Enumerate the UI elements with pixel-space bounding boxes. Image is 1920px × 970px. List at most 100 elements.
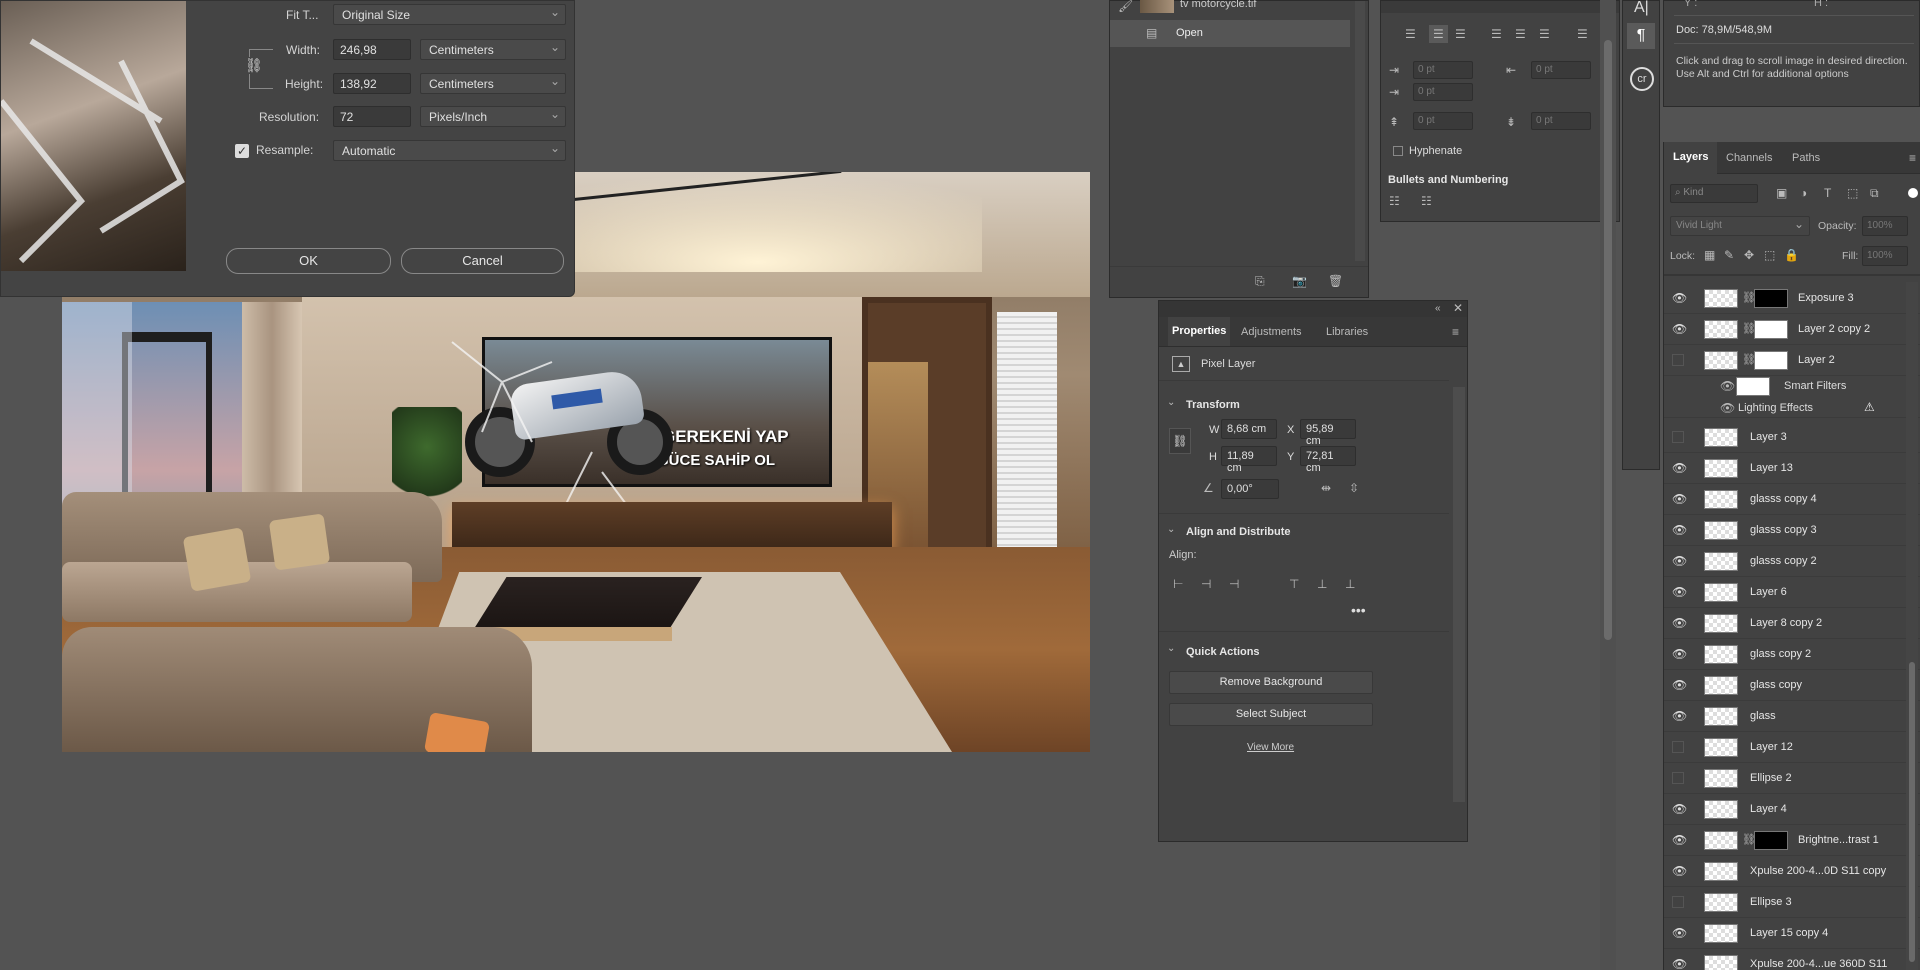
justify-center-icon[interactable]: ☰ (1515, 27, 1526, 41)
lock-image-icon[interactable]: ✎ (1724, 248, 1734, 262)
opacity-input[interactable]: 100% (1862, 216, 1908, 236)
hyphenate-checkbox[interactable] (1393, 146, 1403, 156)
layer-row[interactable]: 👁 ⛓ Exposure 3 (1664, 283, 1920, 314)
remove-background-button[interactable]: Remove Background (1169, 671, 1373, 694)
ok-button[interactable]: OK (226, 248, 391, 274)
filter-type-icon[interactable]: T (1824, 186, 1831, 200)
resolution-unit-select[interactable]: Pixels/Inch (420, 106, 566, 127)
new-document-from-state-icon[interactable]: ⎘ (1255, 274, 1265, 288)
layer-row[interactable]: 👁 Layer 15 copy 4 (1664, 918, 1920, 949)
visibility-off-box[interactable] (1672, 741, 1684, 753)
space-before-input[interactable]: 0 pt (1413, 112, 1473, 130)
eye-icon[interactable]: 👁 (1672, 803, 1687, 815)
smart-filter-mask[interactable] (1736, 377, 1770, 396)
align-left-edges-icon[interactable]: ⊢ (1173, 577, 1183, 591)
align-left-icon[interactable]: ☰ (1405, 27, 1416, 41)
layer-mask-thumbnail[interactable] (1754, 289, 1788, 308)
layer-row[interactable]: Layer 12 (1664, 732, 1920, 763)
h-input[interactable]: 11,89 cm (1221, 446, 1277, 474)
eye-icon[interactable]: 👁 (1672, 710, 1687, 722)
eye-icon[interactable]: 👁 (1672, 462, 1687, 474)
align-bottom-edges-icon[interactable]: ⊥ (1345, 577, 1355, 591)
view-more-link[interactable]: View More (1247, 742, 1294, 753)
chevron-down-icon[interactable]: ⌄ (1167, 523, 1175, 537)
layer-row[interactable]: 👁 Layer 13 (1664, 453, 1920, 484)
character-icon[interactable]: A| (1634, 0, 1649, 17)
panel-menu-icon[interactable]: ≡ (1452, 325, 1459, 339)
lock-artboard-icon[interactable]: ⬚ (1764, 248, 1775, 262)
kind-filter-select[interactable]: ⌕ Kind (1670, 184, 1758, 203)
flip-vertical-icon[interactable]: ⇳ (1349, 481, 1359, 495)
justify-right-icon[interactable]: ☰ (1539, 27, 1550, 41)
w-input[interactable]: 8,68 cm (1221, 419, 1277, 439)
visibility-off-box[interactable] (1672, 354, 1684, 366)
x-input[interactable]: 95,89 cm (1300, 419, 1356, 447)
layer-row[interactable]: Layer 3 (1664, 422, 1920, 453)
trash-icon[interactable]: 🗑 (1328, 274, 1343, 288)
layer-row[interactable]: 👁 glass copy (1664, 670, 1920, 701)
align-top-edges-icon[interactable]: ⊤ (1289, 577, 1299, 591)
history-snapshot-row[interactable]: 🖌 tv motorcycle.tif (1110, 0, 1350, 17)
align-right-icon[interactable]: ☰ (1455, 27, 1466, 41)
history-scrollbar[interactable] (1355, 1, 1365, 261)
chain-link-icon[interactable]: ⛓ (245, 57, 263, 74)
layer-row[interactable]: 👁 glasss copy 3 (1664, 515, 1920, 546)
eye-icon[interactable]: 👁 (1672, 834, 1687, 846)
select-subject-button[interactable]: Select Subject (1169, 703, 1373, 726)
layer-row[interactable]: 👁 Layer 4 (1664, 794, 1920, 825)
fill-input[interactable]: 100% (1862, 246, 1908, 266)
properties-scrollbar[interactable] (1453, 387, 1465, 802)
height-input[interactable]: 138,92 (333, 73, 411, 94)
collapse-icon[interactable]: « (1435, 302, 1441, 316)
layer-row[interactable]: 👁 glass copy 2 (1664, 639, 1920, 670)
height-unit-select[interactable]: Centimeters (420, 73, 566, 94)
justify-left-icon[interactable]: ☰ (1491, 27, 1502, 41)
layer-row[interactable]: 👁 ⛓ Layer 2 copy 2 (1664, 314, 1920, 345)
eye-icon[interactable]: 👁 (1720, 401, 1735, 415)
layer-row[interactable]: 👁 Xpulse 200-4...0D S11 copy (1664, 856, 1920, 887)
layer-row[interactable]: 👁 Xpulse 200-4...ue 360D S11 (1664, 949, 1920, 970)
lock-position-icon[interactable]: ✥ (1744, 248, 1754, 262)
visibility-off-box[interactable] (1672, 431, 1684, 443)
visibility-off-box[interactable] (1672, 896, 1684, 908)
eye-icon[interactable]: 👁 (1672, 648, 1687, 660)
chevron-down-icon[interactable]: ⌄ (1167, 396, 1175, 410)
width-unit-select[interactable]: Centimeters (420, 39, 566, 60)
creative-cloud-icon[interactable]: cr (1630, 67, 1654, 91)
bullets-icon[interactable]: ☷ (1389, 194, 1400, 208)
eye-icon[interactable]: 👁 (1672, 927, 1687, 939)
layer-row[interactable]: Ellipse 2 (1664, 763, 1920, 794)
numbering-icon[interactable]: ☷ (1421, 194, 1432, 208)
eye-icon[interactable]: 👁 (1672, 617, 1687, 629)
tab-paths[interactable]: Paths (1792, 152, 1820, 164)
eye-icon[interactable]: 👁 (1672, 679, 1687, 691)
align-vertical-centers-icon[interactable]: ⊥ (1317, 577, 1327, 591)
constrain-proportions-icon[interactable]: ⛓ (1169, 428, 1191, 454)
visibility-off-box[interactable] (1672, 772, 1684, 784)
eye-icon[interactable]: 👁 (1672, 524, 1687, 536)
tab-layers[interactable]: Layers (1664, 142, 1718, 174)
eye-icon[interactable]: 👁 (1672, 958, 1687, 970)
eye-icon[interactable]: 👁 (1672, 493, 1687, 505)
filter-smart-object-icon[interactable]: ⧉ (1870, 186, 1879, 200)
layer-row[interactable]: ⛓ Layer 2 (1664, 345, 1920, 376)
paragraph-icon[interactable]: ¶ (1627, 23, 1655, 49)
lighting-effects-row[interactable]: 👁 Lighting Effects ⚠ (1664, 398, 1920, 418)
indent-first-line-input[interactable]: 0 pt (1413, 83, 1473, 101)
layer-row[interactable]: 👁 glasss copy 4 (1664, 484, 1920, 515)
layer-row[interactable]: 👁 glass (1664, 701, 1920, 732)
align-horizontal-centers-icon[interactable]: ⊣ (1201, 577, 1211, 591)
layer-row[interactable]: 👁 Layer 8 copy 2 (1664, 608, 1920, 639)
layer-row[interactable]: Ellipse 3 (1664, 887, 1920, 918)
eye-icon[interactable]: 👁 (1672, 292, 1687, 304)
camera-icon[interactable]: 📷 (1292, 274, 1307, 288)
space-after-input[interactable]: 0 pt (1531, 112, 1591, 130)
eye-icon[interactable]: 👁 (1720, 379, 1735, 393)
layer-mask-thumbnail[interactable] (1754, 320, 1788, 339)
eye-icon[interactable]: 👁 (1672, 555, 1687, 567)
layer-row[interactable]: 👁 ⛓ Brightne...trast 1 (1664, 825, 1920, 856)
width-input[interactable]: 246,98 (333, 39, 411, 60)
eye-icon[interactable]: 👁 (1672, 865, 1687, 877)
resample-checkbox[interactable]: ✓ (235, 144, 249, 158)
fit-to-select[interactable]: Original Size (333, 4, 566, 25)
